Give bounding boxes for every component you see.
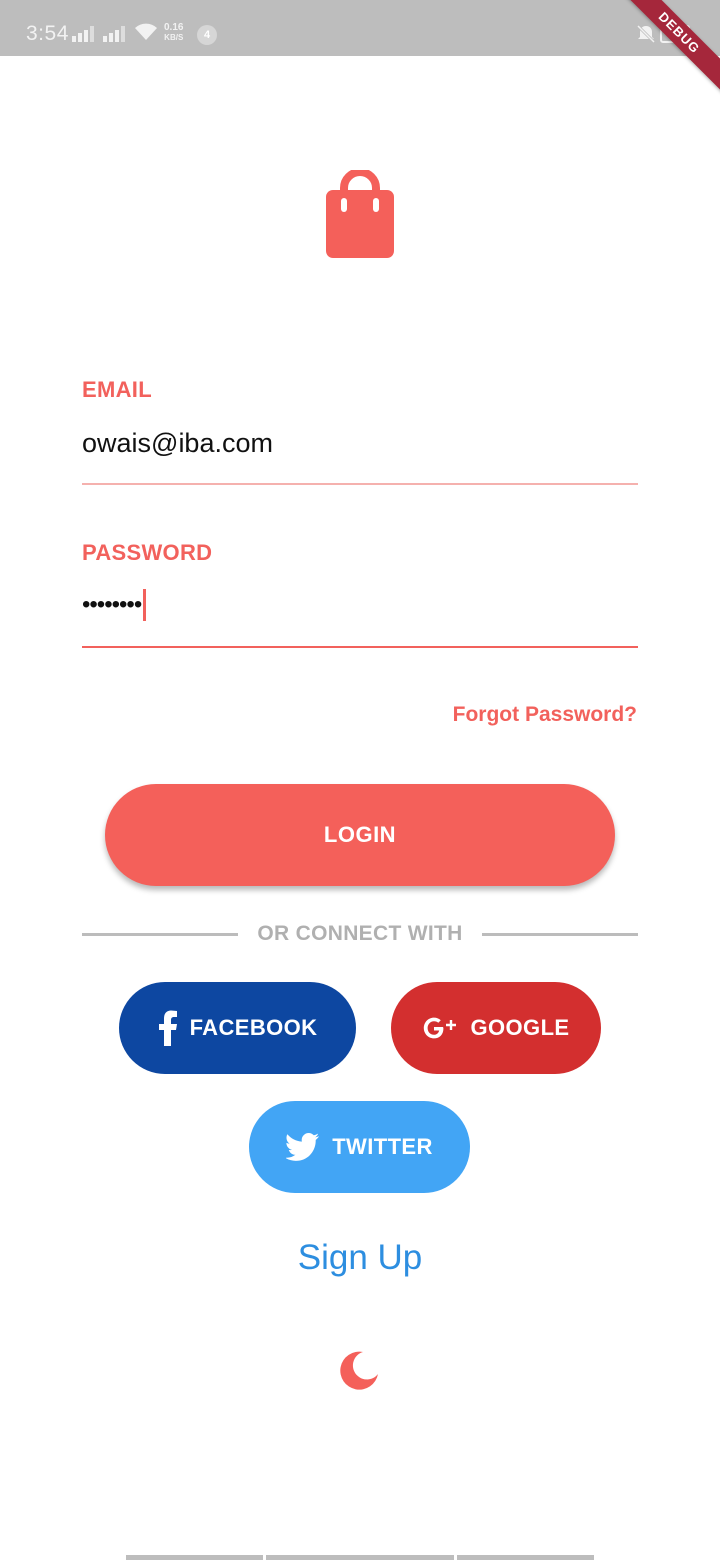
password-underline [82, 646, 638, 648]
nav-indicator-left [126, 1555, 263, 1560]
password-field[interactable]: •••••••• [82, 588, 147, 621]
network-speed-unit: KB/S [164, 33, 184, 42]
divider-right [482, 933, 638, 936]
notification-badge: 4 [197, 25, 217, 45]
email-field[interactable]: owais@iba.com [82, 428, 273, 459]
google-plus-icon [423, 1016, 459, 1040]
nav-indicator-right [457, 1555, 594, 1560]
status-time: 3:54 [26, 22, 69, 45]
facebook-button[interactable]: FACEBOOK [119, 982, 356, 1074]
divider-left [82, 933, 238, 936]
login-button[interactable]: LOGIN [105, 784, 615, 886]
signal-icon [72, 26, 94, 42]
login-screen: 3:54 0.16 KB/S 4 100 DEBUG [0, 0, 720, 1560]
twitter-button[interactable]: TWITTER [249, 1101, 470, 1193]
password-value: •••••••• [82, 590, 142, 618]
forgot-password-link[interactable]: Forgot Password? [453, 703, 637, 727]
shopping-bag-icon [326, 170, 394, 258]
network-speed: 0.16 KB/S [164, 23, 183, 43]
text-cursor [143, 588, 147, 621]
google-label: GOOGLE [470, 1015, 570, 1040]
google-button[interactable]: GOOGLE [391, 982, 601, 1074]
wifi-icon [135, 23, 157, 40]
nav-indicator-center [266, 1555, 454, 1560]
email-label: EMAIL [82, 377, 152, 402]
facebook-label: FACEBOOK [189, 1015, 318, 1040]
twitter-label: TWITTER [332, 1134, 433, 1159]
signup-link[interactable]: Sign Up [260, 1238, 460, 1278]
twitter-icon [286, 1133, 320, 1161]
facebook-icon [158, 1010, 178, 1046]
signal-icon-secondary [103, 26, 125, 42]
status-bar: 3:54 0.16 KB/S 4 100 [0, 0, 720, 56]
bell-off-icon [636, 24, 656, 44]
email-underline [82, 483, 638, 485]
password-label: PASSWORD [82, 540, 213, 565]
divider-text: OR CONNECT WITH [257, 922, 463, 945]
network-speed-value: 0.16 [164, 22, 184, 33]
moon-icon[interactable] [338, 1348, 382, 1392]
